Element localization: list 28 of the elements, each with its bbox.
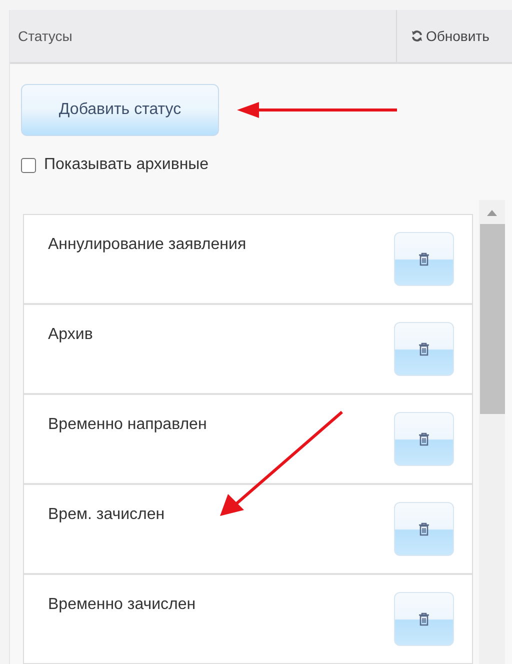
status-name: Временно направлен: [48, 416, 207, 434]
refresh-icon: [411, 30, 423, 42]
show-archived-label: Показывать архивные: [44, 156, 209, 174]
panel-title: Статусы: [17, 28, 74, 44]
status-row[interactable]: Временно направлен: [24, 395, 472, 485]
delete-button[interactable]: [394, 412, 454, 466]
status-row[interactable]: Врем. зачислен: [24, 485, 472, 575]
add-status-button[interactable]: Добавить статус: [21, 84, 219, 136]
status-name: Аннулирование заявления: [48, 236, 246, 254]
trash-icon: [418, 522, 430, 536]
delete-button[interactable]: [394, 502, 454, 556]
scrollbar[interactable]: [479, 200, 505, 664]
trash-icon: [418, 342, 430, 356]
status-name: Временно зачислен: [48, 596, 196, 614]
status-name: Архив: [48, 326, 93, 344]
scrollbar-thumb[interactable]: [480, 224, 504, 414]
status-row[interactable]: Архив: [24, 305, 472, 395]
scroll-up-icon[interactable]: [487, 210, 497, 216]
delete-button[interactable]: [394, 322, 454, 376]
delete-button[interactable]: [394, 232, 454, 286]
status-name: Врем. зачислен: [48, 506, 165, 524]
trash-icon: [418, 612, 430, 626]
show-archived-checkbox[interactable]: [21, 158, 36, 172]
trash-icon: [418, 252, 430, 266]
status-row[interactable]: Временно зачислен: [24, 575, 472, 664]
delete-button[interactable]: [394, 592, 454, 646]
status-row[interactable]: Аннулирование заявления: [24, 215, 472, 305]
trash-icon: [418, 432, 430, 446]
